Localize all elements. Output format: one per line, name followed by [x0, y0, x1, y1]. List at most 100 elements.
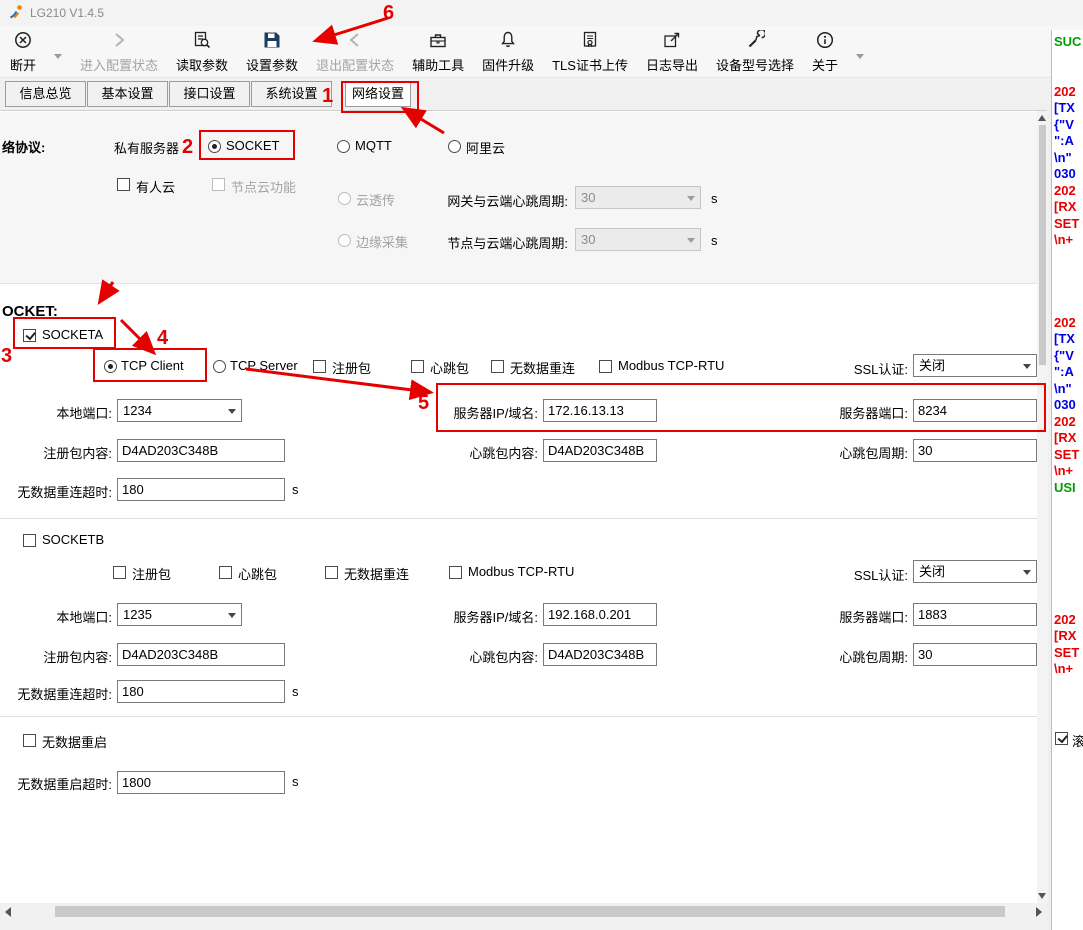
- restart-timeout-input[interactable]: [117, 771, 285, 794]
- log-line: SET: [1052, 216, 1083, 233]
- socketb-server-ip-label: 服务器IP/域名:: [438, 607, 538, 626]
- toolbar-item-disconnect[interactable]: 断开: [10, 30, 36, 74]
- log-line: [1052, 595, 1083, 612]
- toolbar-item-tls-upload[interactable]: TLS证书上传: [552, 30, 628, 74]
- horizontal-scrollbar[interactable]: [0, 903, 1047, 920]
- scroll-up-arrow-icon[interactable]: [1038, 115, 1046, 121]
- socketb-ssl-dropdown[interactable]: 关闭: [913, 560, 1037, 583]
- app-logo-icon: [8, 4, 24, 23]
- tab-info-overview[interactable]: 信息总览: [5, 81, 86, 107]
- socketa-hb-period-input[interactable]: [913, 439, 1037, 462]
- toolbar-item-read-params[interactable]: 读取参数: [176, 30, 228, 74]
- log-line: \n+: [1052, 463, 1083, 480]
- socketa-reconnect-checkbox[interactable]: [491, 360, 504, 373]
- toolbar-item-firmware-upgrade[interactable]: 固件升级: [482, 30, 534, 74]
- tab-basic-settings[interactable]: 基本设置: [87, 81, 168, 107]
- horizontal-scroll-thumb[interactable]: [55, 906, 1005, 917]
- socketa-modbus-checkbox[interactable]: [599, 360, 612, 373]
- log-line: [TX: [1052, 331, 1083, 348]
- network-protocol-label: 络协议:: [2, 137, 45, 156]
- socketa-tcp-server-radio[interactable]: [213, 360, 226, 373]
- socketb-reg-packet-checkbox[interactable]: [113, 566, 126, 579]
- toolbar-item-device-model[interactable]: 设备型号选择: [716, 30, 794, 74]
- log-line: 202: [1052, 414, 1083, 431]
- socket-radio[interactable]: [208, 140, 221, 153]
- export-icon: [662, 30, 682, 53]
- log-line: [1052, 546, 1083, 563]
- socketb-server-ip-input[interactable]: [543, 603, 657, 626]
- socketb-hb-period-input[interactable]: [913, 643, 1037, 666]
- socketb-hb-content-input[interactable]: [543, 643, 657, 666]
- vertical-scrollbar[interactable]: [1037, 111, 1048, 903]
- log-line: [1052, 51, 1083, 68]
- toolbar-item-label: 断开: [10, 55, 36, 74]
- socketa-timeout-input[interactable]: [117, 478, 285, 501]
- socketb-local-port-combo[interactable]: 1235: [117, 603, 242, 626]
- toolbar-item-label: 关于: [812, 55, 838, 74]
- log-line: [RX: [1052, 430, 1083, 447]
- scroll-right-arrow-icon[interactable]: [1036, 907, 1042, 917]
- scroll-left-arrow-icon[interactable]: [5, 907, 11, 917]
- socketb-hb-content-label: 心跳包内容:: [438, 647, 538, 666]
- usr-cloud-checkbox[interactable]: [117, 178, 130, 191]
- toolbar-item-label: 固件升级: [482, 55, 534, 74]
- socketa-reg-content-input[interactable]: [117, 439, 285, 462]
- no-data-restart-label: 无数据重启: [42, 732, 107, 751]
- log-line: [RX: [1052, 628, 1083, 645]
- socketb-timeout-input[interactable]: [117, 680, 285, 703]
- usr-cloud-label: 有人云: [136, 177, 175, 196]
- socketa-local-port-combo[interactable]: 1234: [117, 399, 242, 422]
- no-data-restart-checkbox[interactable]: [23, 734, 36, 747]
- aliyun-radio-label: 阿里云: [466, 138, 505, 157]
- socketb-server-port-input[interactable]: [913, 603, 1037, 626]
- node-cloud-checkbox: [212, 178, 225, 191]
- log-line: ":A: [1052, 364, 1083, 381]
- toolbar-item-label: 进入配置状态: [80, 55, 158, 74]
- log-panel: SUC202[TX{"V":A\n"030202[RXSET\n+202[TX{…: [1051, 30, 1083, 930]
- socketa-ssl-dropdown[interactable]: 关闭: [913, 354, 1037, 377]
- socketa-hb-content-input[interactable]: [543, 439, 657, 462]
- toolbar-item-label: 读取参数: [176, 55, 228, 74]
- socketb-heartbeat-checkbox[interactable]: [219, 566, 232, 579]
- log-line: [1052, 265, 1083, 282]
- toolbar-item-aux-tools[interactable]: 辅助工具: [412, 30, 464, 74]
- log-line: 202: [1052, 84, 1083, 101]
- log-scroll-checkbox[interactable]: [1055, 732, 1068, 745]
- aliyun-radio[interactable]: [448, 140, 461, 153]
- log-line: [1052, 496, 1083, 513]
- socketb-reg-content-input[interactable]: [117, 643, 285, 666]
- socketb-reconnect-checkbox[interactable]: [325, 566, 338, 579]
- toolbar-item-set-params[interactable]: 设置参数: [246, 30, 298, 74]
- socketa-ssl-label: SSL认证:: [826, 359, 908, 378]
- scroll-down-arrow-icon[interactable]: [1038, 893, 1046, 899]
- mqtt-radio[interactable]: [337, 140, 350, 153]
- cloud-passthrough-radio: [338, 192, 351, 205]
- vertical-scroll-thumb[interactable]: [1039, 125, 1046, 365]
- socketa-checkbox[interactable]: [23, 329, 36, 342]
- disconnect-dropdown-chevron-icon[interactable]: [54, 54, 62, 59]
- toolbar-item-label: TLS证书上传: [552, 55, 628, 74]
- log-line: 202: [1052, 183, 1083, 200]
- log-line: [1052, 249, 1083, 266]
- socketa-heartbeat-checkbox[interactable]: [411, 360, 424, 373]
- socketa-local-port-label: 本地端口:: [0, 403, 112, 422]
- socketb-reg-content-label: 注册包内容:: [0, 647, 112, 666]
- toolbar-item-about[interactable]: 关于: [812, 30, 838, 74]
- node-heartbeat-value: 30: [581, 232, 595, 247]
- log-line: 202: [1052, 612, 1083, 629]
- tab-interface-settings[interactable]: 接口设置: [169, 81, 250, 107]
- about-dropdown-chevron-icon[interactable]: [856, 54, 864, 59]
- socketa-server-port-input[interactable]: [913, 399, 1037, 422]
- node-heartbeat-dropdown: 30: [575, 228, 701, 251]
- tab-system-settings[interactable]: 系统设置: [251, 81, 332, 107]
- socketb-checkbox[interactable]: [23, 534, 36, 547]
- socketa-server-ip-input[interactable]: [543, 399, 657, 422]
- toolbar-item-log-export[interactable]: 日志导出: [646, 30, 698, 74]
- socketa-tcp-client-radio[interactable]: [104, 360, 117, 373]
- socketa-reg-packet-checkbox[interactable]: [313, 360, 326, 373]
- socketb-heartbeat-label: 心跳包: [238, 564, 277, 583]
- bell-icon: [498, 30, 518, 53]
- certificate-icon: [580, 30, 600, 53]
- tab-network-settings[interactable]: 网络设置: [345, 81, 411, 107]
- socketb-modbus-checkbox[interactable]: [449, 566, 462, 579]
